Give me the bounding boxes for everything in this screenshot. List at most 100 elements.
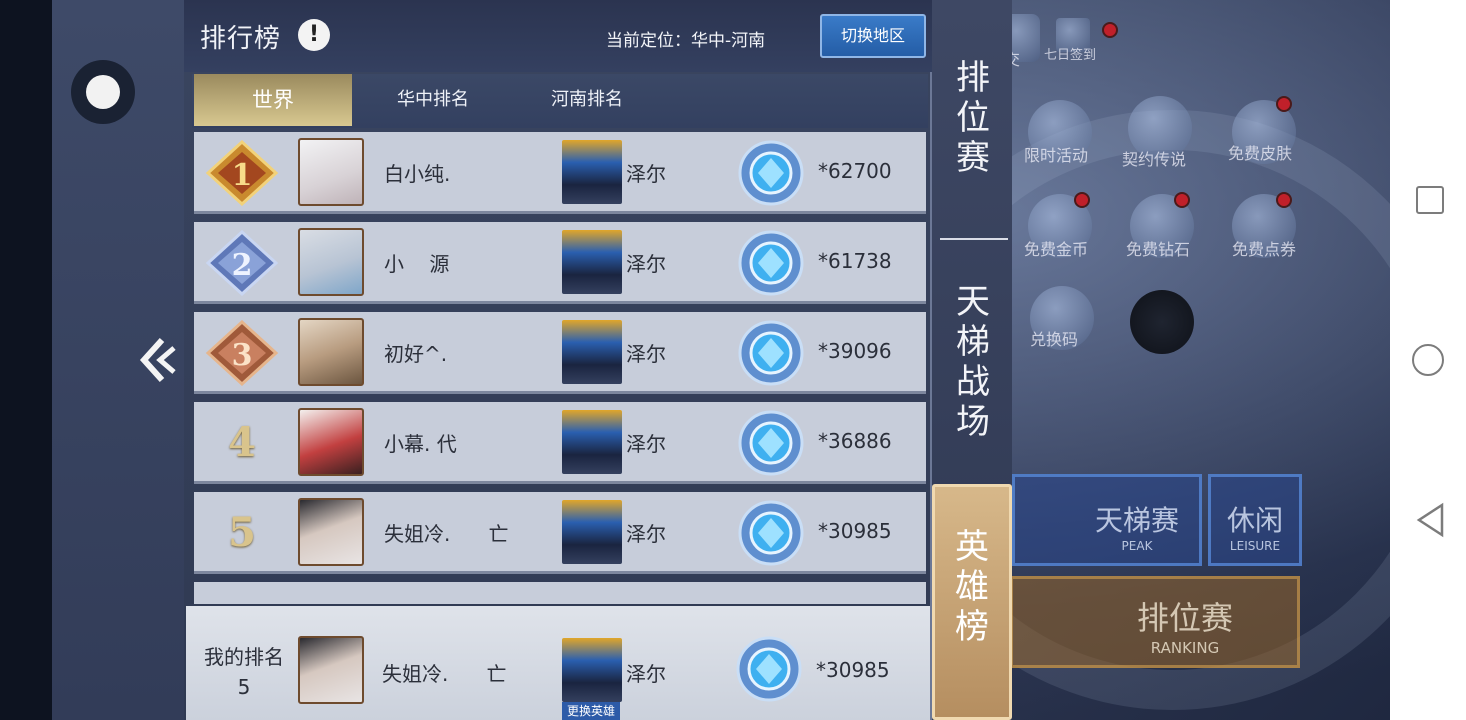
my-rank-bar: 我的排名 5 失姐冷. 亡 更换英雄 泽尔 *30985 bbox=[186, 606, 930, 720]
switch-region-button[interactable]: 切换地区 bbox=[820, 14, 926, 58]
score-value: *30985 bbox=[818, 519, 892, 543]
leisure-mode-button[interactable]: 休闲 LEISURE bbox=[1208, 474, 1302, 566]
android-nav-bar bbox=[1390, 0, 1466, 720]
checkin-label: 七日签到 bbox=[1044, 48, 1097, 63]
ranking-mode-label: 排位赛 bbox=[1136, 599, 1233, 637]
player-name: 初好^. bbox=[384, 342, 448, 366]
table-row[interactable]: 4 小幕. 代 泽尔 *36886 bbox=[194, 402, 926, 484]
tab-central-china[interactable]: 华中排名 bbox=[378, 74, 488, 126]
player-name: 失姐冷. 亡 bbox=[382, 662, 507, 686]
contract-legend-label: 契约传说 bbox=[1122, 150, 1187, 169]
tab-world[interactable]: 世界 bbox=[194, 74, 352, 126]
hero-name: 泽尔 bbox=[626, 342, 666, 366]
free-voucher-reddot bbox=[1276, 192, 1292, 208]
score-value: *39096 bbox=[818, 339, 892, 363]
table-row[interactable]: 1 白小纯. 泽尔 *62700 bbox=[194, 132, 926, 214]
free-gold-label: 免费金币 bbox=[1024, 240, 1089, 259]
score-value: *30985 bbox=[816, 658, 890, 682]
panel-header: 排行榜 ! 当前定位：华中-河南 切换地区 bbox=[184, 0, 932, 72]
hero-portrait-icon bbox=[562, 410, 622, 474]
avatar[interactable] bbox=[298, 138, 364, 206]
silver-diamond-icon: 2 bbox=[205, 230, 279, 296]
screen-left-margin bbox=[0, 0, 52, 720]
blue-gem-icon bbox=[738, 230, 804, 296]
side-tab-divider bbox=[940, 238, 1008, 240]
side-tab-label: 排位赛 bbox=[956, 58, 990, 178]
player-name: 小幕. 代 bbox=[384, 432, 457, 456]
hero-name: 泽尔 bbox=[626, 252, 666, 276]
floating-dot-icon bbox=[86, 75, 120, 109]
hero-portrait-icon bbox=[562, 140, 622, 204]
blue-gem-icon bbox=[738, 140, 804, 206]
side-tab-ladder[interactable]: 天梯战场 bbox=[936, 282, 1010, 442]
home-icon[interactable] bbox=[1412, 344, 1444, 376]
table-row[interactable]: 5 失姐冷. 亡 泽尔 *30985 bbox=[194, 492, 926, 574]
table-row[interactable]: 2 小 源 泽尔 *61738 bbox=[194, 222, 926, 304]
redeem-code-label: 兑换码 bbox=[1030, 330, 1079, 349]
side-tab-ranked[interactable]: 排位赛 bbox=[936, 58, 1010, 178]
location-text: 当前定位：华中-河南 bbox=[606, 31, 766, 51]
hero-name: 泽尔 bbox=[626, 662, 666, 686]
free-gold-reddot bbox=[1074, 192, 1090, 208]
player-name: 小 源 bbox=[384, 252, 450, 276]
blue-gem-icon bbox=[738, 320, 804, 386]
player-name: 失姐冷. 亡 bbox=[384, 522, 509, 546]
my-rank-title: 我的排名 bbox=[204, 645, 284, 669]
tab-henan[interactable]: 河南排名 bbox=[532, 74, 642, 126]
hero-portrait-icon[interactable] bbox=[562, 638, 622, 702]
free-diamond-reddot bbox=[1174, 192, 1190, 208]
recent-apps-icon[interactable] bbox=[1416, 186, 1444, 214]
svg-text:2: 2 bbox=[232, 248, 253, 283]
my-rank-label: 我的排名 5 bbox=[198, 642, 290, 702]
ranking-mode-sub: RANKING bbox=[1150, 639, 1220, 657]
floating-assist-button[interactable] bbox=[71, 60, 135, 124]
hero-portrait-icon bbox=[562, 320, 622, 384]
table-row[interactable]: 3 初好^. 泽尔 *39096 bbox=[194, 312, 926, 394]
svg-text:1: 1 bbox=[232, 158, 253, 193]
rank-number: 4 bbox=[228, 419, 256, 466]
change-hero-button[interactable]: 更换英雄 bbox=[562, 702, 620, 720]
blue-gem-icon bbox=[738, 410, 804, 476]
double-chevron-left-icon[interactable] bbox=[136, 334, 178, 386]
blue-gem-icon bbox=[738, 500, 804, 566]
free-skin-reddot bbox=[1276, 96, 1292, 112]
free-skin-label: 免费皮肤 bbox=[1228, 144, 1293, 163]
ranking-mode-button[interactable]: 排位赛 RANKING bbox=[1010, 576, 1300, 668]
my-rank-number: 5 bbox=[237, 675, 251, 699]
free-voucher-label: 免费点券 bbox=[1232, 240, 1297, 259]
side-tab-hero-ranking[interactable]: 英雄榜 bbox=[932, 484, 1012, 720]
checkin-reddot bbox=[1102, 22, 1118, 38]
info-icon[interactable]: ! bbox=[298, 19, 330, 51]
peak-mode-button[interactable]: 天梯赛 PEAK bbox=[1012, 474, 1202, 566]
page-title: 排行榜 bbox=[200, 24, 282, 54]
hero-name: 泽尔 bbox=[626, 522, 666, 546]
sound-icon[interactable] bbox=[1130, 290, 1194, 354]
hero-portrait-icon bbox=[562, 230, 622, 294]
bronze-diamond-icon: 3 bbox=[205, 320, 279, 386]
avatar[interactable] bbox=[298, 318, 364, 386]
table-row[interactable] bbox=[194, 582, 926, 604]
limited-event-label: 限时活动 bbox=[1024, 146, 1089, 165]
gold-medal-icon: 1 bbox=[205, 140, 279, 206]
blue-gem-icon bbox=[736, 636, 802, 702]
hero-portrait-icon bbox=[562, 500, 622, 564]
side-tab-label: 英雄榜 bbox=[955, 527, 989, 647]
avatar[interactable] bbox=[298, 636, 364, 704]
free-diamond-label: 免费钻石 bbox=[1126, 240, 1191, 259]
avatar[interactable] bbox=[298, 408, 364, 476]
leisure-mode-sub: LEISURE bbox=[1229, 539, 1281, 553]
ranking-list: 1 白小纯. 泽尔 *62700 2 小 源 泽尔 *61738 3 初好^. … bbox=[192, 132, 928, 604]
peak-mode-sub: PEAK bbox=[1121, 539, 1153, 553]
score-value: *61738 bbox=[818, 249, 892, 273]
side-tab-label: 天梯战场 bbox=[956, 282, 990, 442]
score-value: *62700 bbox=[818, 159, 892, 183]
player-name: 白小纯. bbox=[384, 162, 451, 186]
hero-name: 泽尔 bbox=[626, 162, 666, 186]
avatar[interactable] bbox=[298, 228, 364, 296]
avatar[interactable] bbox=[298, 498, 364, 566]
side-tabs: 排位赛 天梯战场 英雄榜 bbox=[932, 0, 1012, 720]
peak-mode-label: 天梯赛 bbox=[1094, 504, 1179, 537]
rank-number: 5 bbox=[228, 509, 256, 556]
back-triangle-icon[interactable] bbox=[1414, 502, 1446, 538]
hero-name: 泽尔 bbox=[626, 432, 666, 456]
